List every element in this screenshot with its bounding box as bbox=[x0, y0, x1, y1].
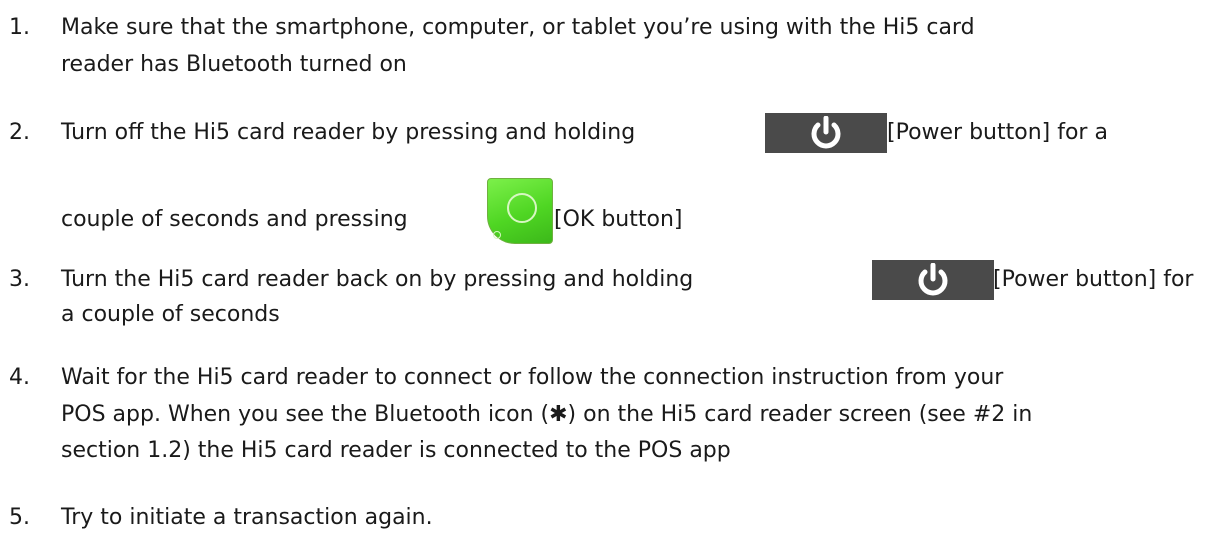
step-number: 2. bbox=[9, 120, 30, 145]
step-text: couple of seconds and pressing bbox=[61, 207, 408, 232]
instruction-document: 1. Make sure that the smartphone, comput… bbox=[0, 0, 1219, 556]
step-text: Try to initiate a transaction again. bbox=[61, 505, 433, 530]
step-text: [OK button] bbox=[554, 207, 683, 232]
step-number: 3. bbox=[9, 267, 30, 292]
step-number: 1. bbox=[9, 15, 30, 40]
ok-button-icon bbox=[487, 178, 553, 244]
step-text: Turn the Hi5 card reader back on by pres… bbox=[61, 267, 694, 292]
ok-dot bbox=[493, 231, 501, 239]
power-icon bbox=[765, 113, 887, 153]
step-text: [Power button] for bbox=[993, 267, 1194, 292]
ok-ring bbox=[507, 193, 537, 223]
step-text: Make sure that the smartphone, computer,… bbox=[61, 15, 975, 40]
step-number: 5. bbox=[9, 505, 30, 530]
step-text: POS app. When you see the Bluetooth icon… bbox=[61, 402, 1033, 427]
step-text: a couple of seconds bbox=[61, 302, 280, 327]
step-text: [Power button] for a bbox=[887, 120, 1108, 145]
step-text: section 1.2) the Hi5 card reader is conn… bbox=[61, 438, 731, 463]
step-text: reader has Bluetooth turned on bbox=[61, 52, 407, 77]
power-icon bbox=[872, 260, 994, 300]
step-text: Wait for the Hi5 card reader to connect … bbox=[61, 365, 1004, 390]
step-text: Turn off the Hi5 card reader by pressing… bbox=[61, 120, 636, 145]
step-number: 4. bbox=[9, 365, 30, 390]
